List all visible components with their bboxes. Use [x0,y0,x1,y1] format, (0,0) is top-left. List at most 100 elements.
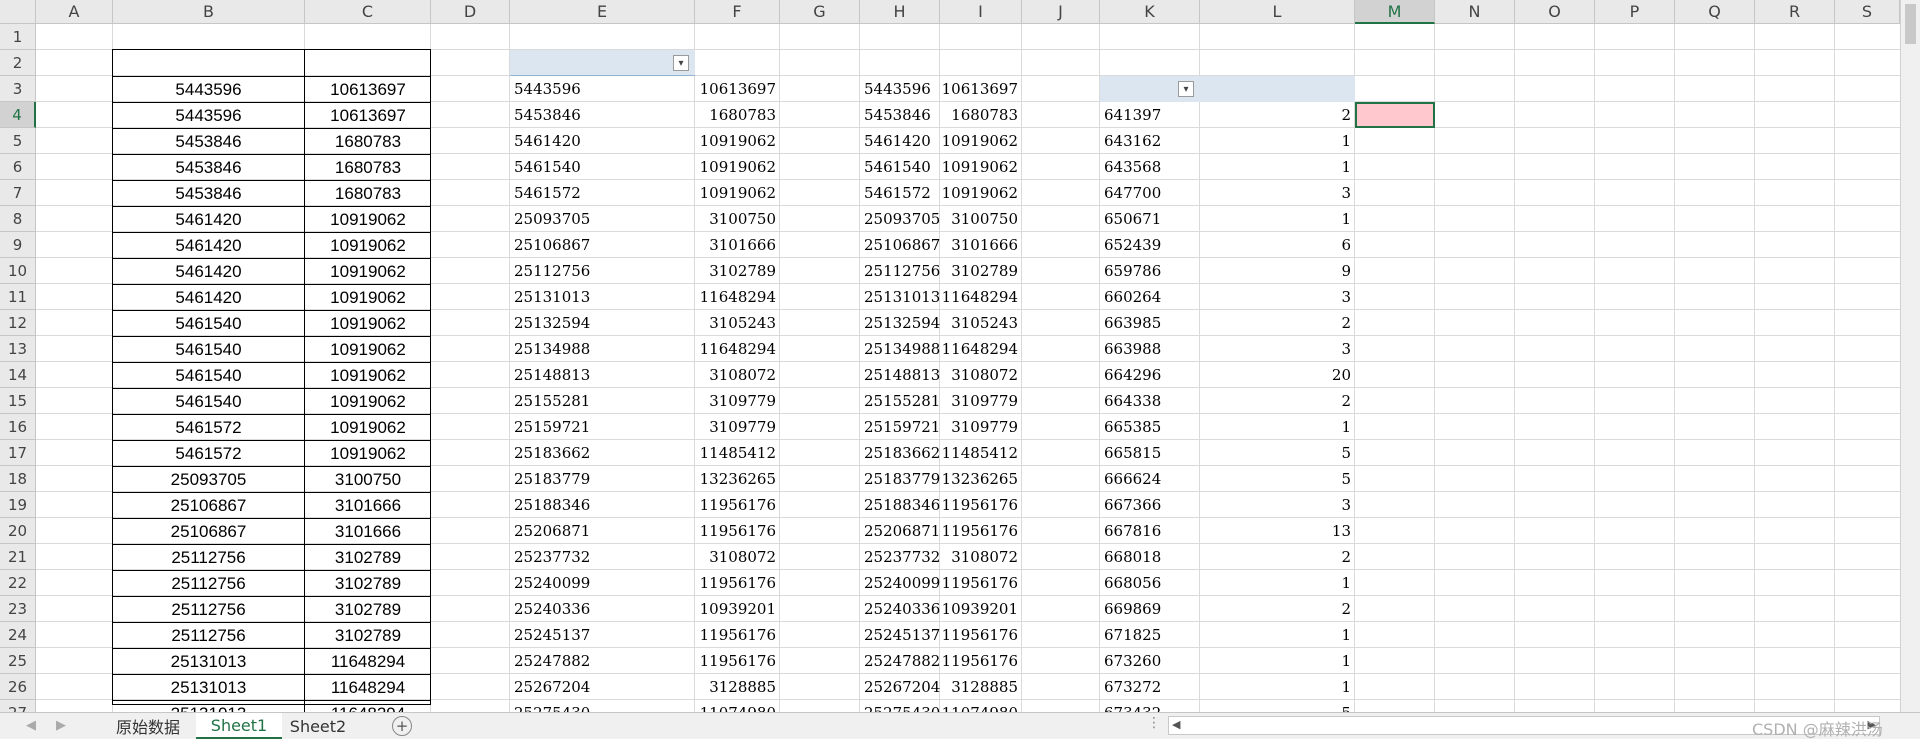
raw-serial-cell[interactable]: 5461420 [113,232,305,258]
copy-serial-cell[interactable]: 25183662 [860,440,940,466]
row-header-7[interactable]: 7 [0,180,36,206]
column-header-q[interactable]: Q [1675,0,1755,24]
pivot1-user-cell[interactable]: 3109779 [695,388,780,414]
raw-serial-cell[interactable]: 25112756 [113,622,305,648]
copy-serial-cell[interactable]: 25267204 [860,674,940,700]
raw-user-cell[interactable]: 11648294 [305,700,431,712]
pivot1-serial-cell[interactable]: 25267204 [510,674,695,700]
pivot2-count-cell[interactable]: 6 [1200,232,1355,258]
copy-serial-cell[interactable]: 25240336 [860,596,940,622]
raw-user-cell[interactable]: 1680783 [305,154,431,180]
pivot2-count-cell[interactable]: 1 [1200,154,1355,180]
pivot2-label-cell[interactable]: 665385 [1100,414,1200,440]
pivot1-serial-cell[interactable]: 25237732 [510,544,695,570]
pivot1-serial-cell[interactable]: 25134988 [510,336,695,362]
pivot1-user-cell[interactable]: 3100750 [695,206,780,232]
raw-serial-cell[interactable]: 5453846 [113,180,305,206]
copy-user-cell[interactable]: 1680783 [940,102,1022,128]
pivot1-serial-cell[interactable]: 5461540 [510,154,695,180]
raw-serial-cell[interactable]: 5461572 [113,440,305,466]
pivot2-count-cell[interactable]: 5 [1200,466,1355,492]
row-header-14[interactable]: 14 [0,362,36,388]
pivot2-label-cell[interactable]: 663985 [1100,310,1200,336]
copy-serial-cell[interactable]: 5461540 [860,154,940,180]
raw-user-cell[interactable]: 11648294 [305,648,431,674]
pivot2-label-cell[interactable]: 668018 [1100,544,1200,570]
pivot2-count-cell[interactable]: 3 [1200,180,1355,206]
copy-user-cell[interactable]: 3109779 [940,414,1022,440]
row-header-26[interactable]: 26 [0,674,36,700]
row-header-25[interactable]: 25 [0,648,36,674]
column-header-b[interactable]: B [113,0,305,24]
raw-user-cell[interactable]: 11648294 [305,674,431,700]
raw-user-cell[interactable]: 3101666 [305,518,431,544]
column-header-n[interactable]: N [1435,0,1515,24]
row-header-27[interactable]: 27 [0,700,36,712]
raw-user-cell[interactable]: 10919062 [305,232,431,258]
copy-serial-cell[interactable]: 25183779 [860,466,940,492]
raw-user-cell[interactable]: 3100750 [305,466,431,492]
column-header-k[interactable]: K [1100,0,1200,24]
pivot2-label-cell[interactable]: 641397 [1100,102,1200,128]
raw-user-cell[interactable]: 10919062 [305,206,431,232]
row-header-10[interactable]: 10 [0,258,36,284]
copy-serial-cell[interactable]: 5443596 [860,76,940,102]
raw-user-cell[interactable]: 3101666 [305,492,431,518]
raw-serial-cell[interactable]: 5461420 [113,206,305,232]
copy-user-cell[interactable]: 10939201 [940,596,1022,622]
row-header-17[interactable]: 17 [0,440,36,466]
filter-active-icon[interactable]: ▾ [1178,81,1194,97]
pivot2-count-cell[interactable]: 1 [1200,622,1355,648]
column-header-o[interactable]: O [1515,0,1595,24]
raw-user-cell[interactable]: 10613697 [305,102,431,128]
copy-user-cell[interactable]: 10613697 [940,76,1022,102]
copy-serial-cell[interactable]: 25131013 [860,284,940,310]
pivot2-count-cell[interactable]: 2 [1200,310,1355,336]
raw-user-cell[interactable]: 10919062 [305,284,431,310]
copy-user-cell[interactable]: 11956176 [940,648,1022,674]
row-header-19[interactable]: 19 [0,492,36,518]
pivot1-serial-cell[interactable]: 25183779 [510,466,695,492]
row-header-20[interactable]: 20 [0,518,36,544]
raw-user-cell[interactable]: 1680783 [305,128,431,154]
copy-serial-cell[interactable]: 25132594 [860,310,940,336]
pivot1-serial-cell[interactable]: 25183662 [510,440,695,466]
pivot1-serial-cell[interactable]: 5443596 [510,76,695,102]
copy-user-cell[interactable]: 3109779 [940,388,1022,414]
column-header-m[interactable]: M [1355,0,1435,24]
add-sheet-icon[interactable]: + [392,716,412,736]
pivot2-label-cell[interactable]: 673272 [1100,674,1200,700]
pivot1-user-cell[interactable]: 10939201 [695,596,780,622]
row-header-15[interactable]: 15 [0,388,36,414]
raw-user-cell[interactable]: 10919062 [305,440,431,466]
pivot2-count-cell[interactable]: 2 [1200,596,1355,622]
raw-serial-cell[interactable]: 25112756 [113,570,305,596]
raw-user-cell[interactable]: 3102789 [305,544,431,570]
vertical-scroll-thumb[interactable] [1905,4,1916,44]
row-header-11[interactable]: 11 [0,284,36,310]
column-header-p[interactable]: P [1595,0,1675,24]
raw-serial-cell[interactable]: 25131013 [113,648,305,674]
copy-serial-cell[interactable]: 25159721 [860,414,940,440]
pivot1-serial-cell[interactable]: 25112756 [510,258,695,284]
column-header-l[interactable]: L [1200,0,1355,24]
pivot1-serial-cell[interactable]: 5461572 [510,180,695,206]
column-header-r[interactable]: R [1755,0,1835,24]
pivot1-user-cell[interactable]: 10919062 [695,180,780,206]
copy-serial-cell[interactable]: 5453846 [860,102,940,128]
copy-user-cell[interactable]: 3128885 [940,674,1022,700]
pivot1-serial-cell[interactable]: 25245137 [510,622,695,648]
filter-dropdown-icon[interactable]: ▾ [673,55,689,71]
copy-user-cell[interactable]: 3108072 [940,544,1022,570]
raw-serial-cell[interactable]: 5461540 [113,362,305,388]
pivot2-label-cell[interactable]: 671825 [1100,622,1200,648]
column-header-g[interactable]: G [780,0,860,24]
copy-serial-cell[interactable]: 25155281 [860,388,940,414]
copy-user-cell[interactable]: 3105243 [940,310,1022,336]
copy-serial-cell[interactable]: 5461572 [860,180,940,206]
copy-user-cell[interactable]: 11648294 [940,284,1022,310]
pivot2-count-cell[interactable]: 1 [1200,674,1355,700]
pivot2-label-cell[interactable]: 652439 [1100,232,1200,258]
pivot2-label-cell[interactable]: 664296 [1100,362,1200,388]
row-header-4[interactable]: 4 [0,102,36,128]
